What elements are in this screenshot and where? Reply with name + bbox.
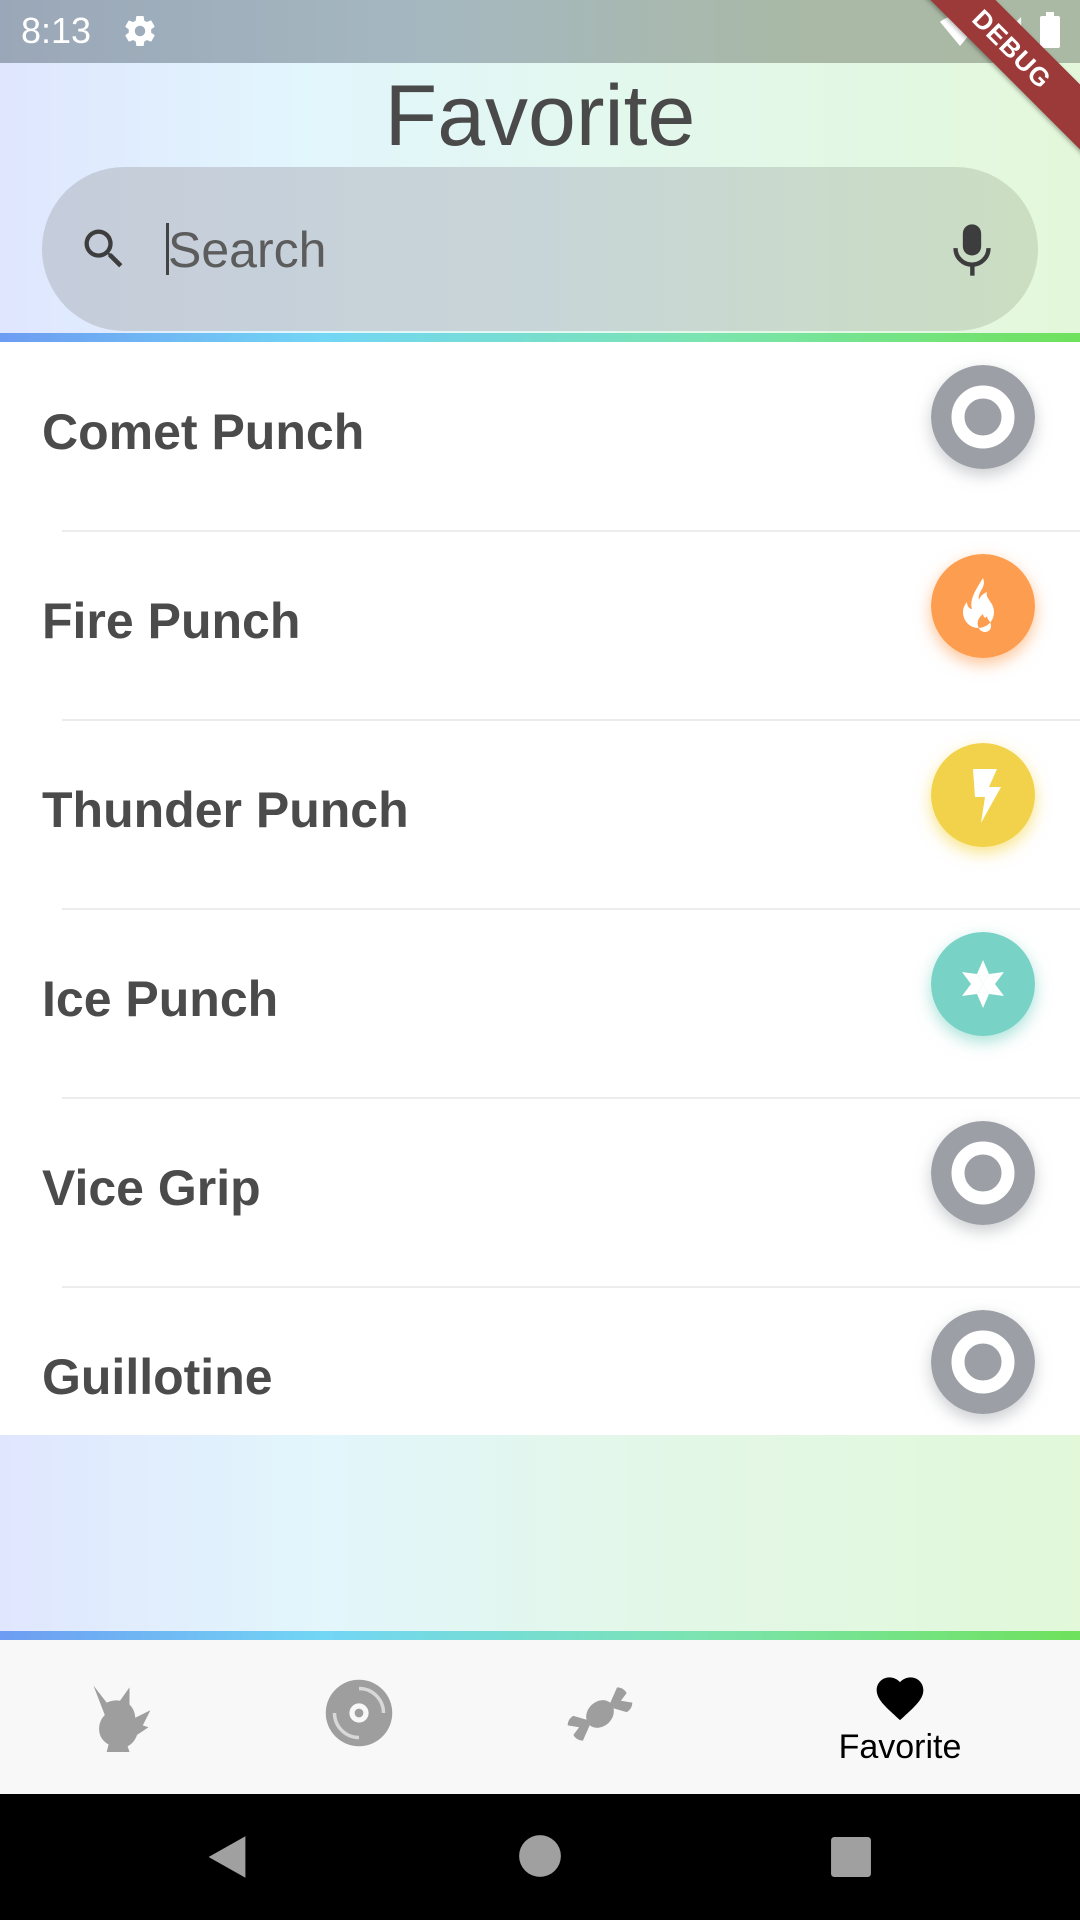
nav-divider — [0, 1631, 1080, 1640]
gear-icon — [125, 16, 155, 47]
snowflake-icon — [931, 932, 1035, 1036]
search-icon — [84, 229, 123, 268]
list-background — [0, 1435, 1080, 1633]
heart-icon — [876, 1677, 924, 1721]
move-name: Thunder Punch — [42, 782, 409, 838]
text-cursor — [166, 223, 169, 275]
move-name: Guillotine — [42, 1349, 273, 1405]
recents-icon[interactable] — [830, 1836, 872, 1878]
target-icon — [931, 1310, 1035, 1414]
pikachu-icon — [93, 1685, 151, 1752]
status-time: 8:13 — [21, 10, 92, 51]
microphone-icon[interactable] — [950, 221, 994, 279]
status-bar: 8:13 DEBUG — [0, 0, 1080, 158]
search-input[interactable] — [166, 211, 950, 289]
move-name: Ice Punch — [42, 971, 279, 1027]
header-divider — [0, 333, 1080, 342]
list-item[interactable]: Guillotine — [0, 1288, 1080, 1454]
search-bar[interactable] — [42, 167, 1038, 331]
nav-item-pokemon[interactable] — [60, 1640, 180, 1794]
target-icon — [931, 1121, 1035, 1225]
list-item[interactable]: Comet Punch — [0, 343, 1080, 532]
move-name: Comet Punch — [42, 404, 365, 460]
nav-label-favorite: Favorite — [838, 1728, 962, 1766]
move-name: Vice Grip — [42, 1160, 261, 1216]
disc-icon — [325, 1679, 393, 1747]
home-icon[interactable] — [518, 1834, 562, 1878]
list-item[interactable]: Vice Grip — [0, 1099, 1080, 1288]
page-title: Favorite — [384, 68, 696, 164]
candy-icon — [567, 1687, 633, 1741]
back-icon[interactable] — [204, 1834, 250, 1880]
move-name: Fire Punch — [42, 593, 301, 649]
nav-item-items[interactable] — [540, 1640, 660, 1794]
list-item[interactable]: Fire Punch — [0, 532, 1080, 721]
battery-icon — [1040, 12, 1060, 48]
system-navigation-bar — [0, 1794, 1080, 1920]
bottom-navigation: Favorite — [0, 1640, 1080, 1794]
nav-item-moves[interactable] — [300, 1640, 420, 1794]
lightning-icon — [931, 743, 1035, 847]
nav-item-favorite[interactable]: Favorite — [800, 1640, 1000, 1794]
flame-icon — [931, 554, 1035, 658]
favorite-moves-list: Comet Punch Fire Punch Thunder Punch Ice… — [0, 343, 1080, 1454]
list-item[interactable]: Thunder Punch — [0, 721, 1080, 910]
list-item[interactable]: Ice Punch — [0, 910, 1080, 1099]
target-icon — [931, 365, 1035, 469]
